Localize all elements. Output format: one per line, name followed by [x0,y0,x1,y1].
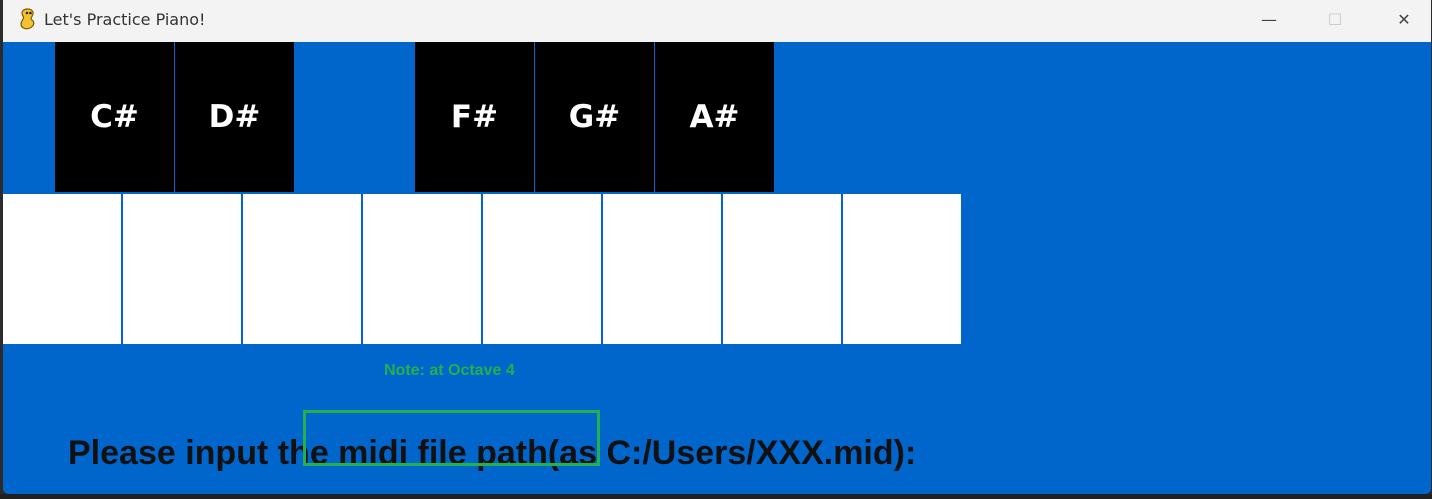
key-label: G# [568,99,621,135]
white-key[interactable] [243,194,361,344]
key-label: D# [208,99,261,135]
close-button[interactable]: ✕ [1371,0,1431,38]
note-status-text: Note: at Octave 4 [384,362,515,379]
title-bar[interactable]: Let's Practice Piano! — ☐ ✕ [3,0,1431,42]
minimize-button[interactable]: — [1236,0,1302,38]
key-label: A# [689,99,740,135]
window-title: Let's Practice Piano! [44,10,206,29]
white-key[interactable] [363,194,481,344]
close-icon: ✕ [1397,9,1411,29]
white-key[interactable] [723,194,841,344]
black-key-f-sharp[interactable]: F# [415,42,534,192]
piano-canvas: C# D# F# G# A# Note: at Octave 4 Please … [3,42,1431,494]
key-label: C# [90,99,139,135]
white-key[interactable] [3,194,121,344]
black-key-d-sharp[interactable]: D# [175,42,294,192]
pygame-snake-icon [20,8,35,30]
taskbar-edge [0,494,1432,499]
black-key-a-sharp[interactable]: A# [655,42,774,192]
key-label: F# [450,99,499,135]
white-key[interactable] [843,194,961,344]
maximize-icon: ☐ [1327,9,1343,29]
app-window: Let's Practice Piano! — ☐ ✕ C# D# F# G# … [3,0,1431,494]
midi-path-input[interactable] [303,410,600,466]
minimize-icon: — [1261,9,1277,29]
maximize-button[interactable]: ☐ [1302,0,1368,38]
black-key-c-sharp[interactable]: C# [55,42,174,192]
black-key-g-sharp[interactable]: G# [535,42,654,192]
white-key[interactable] [123,194,241,344]
white-key[interactable] [603,194,721,344]
white-key[interactable] [483,194,601,344]
